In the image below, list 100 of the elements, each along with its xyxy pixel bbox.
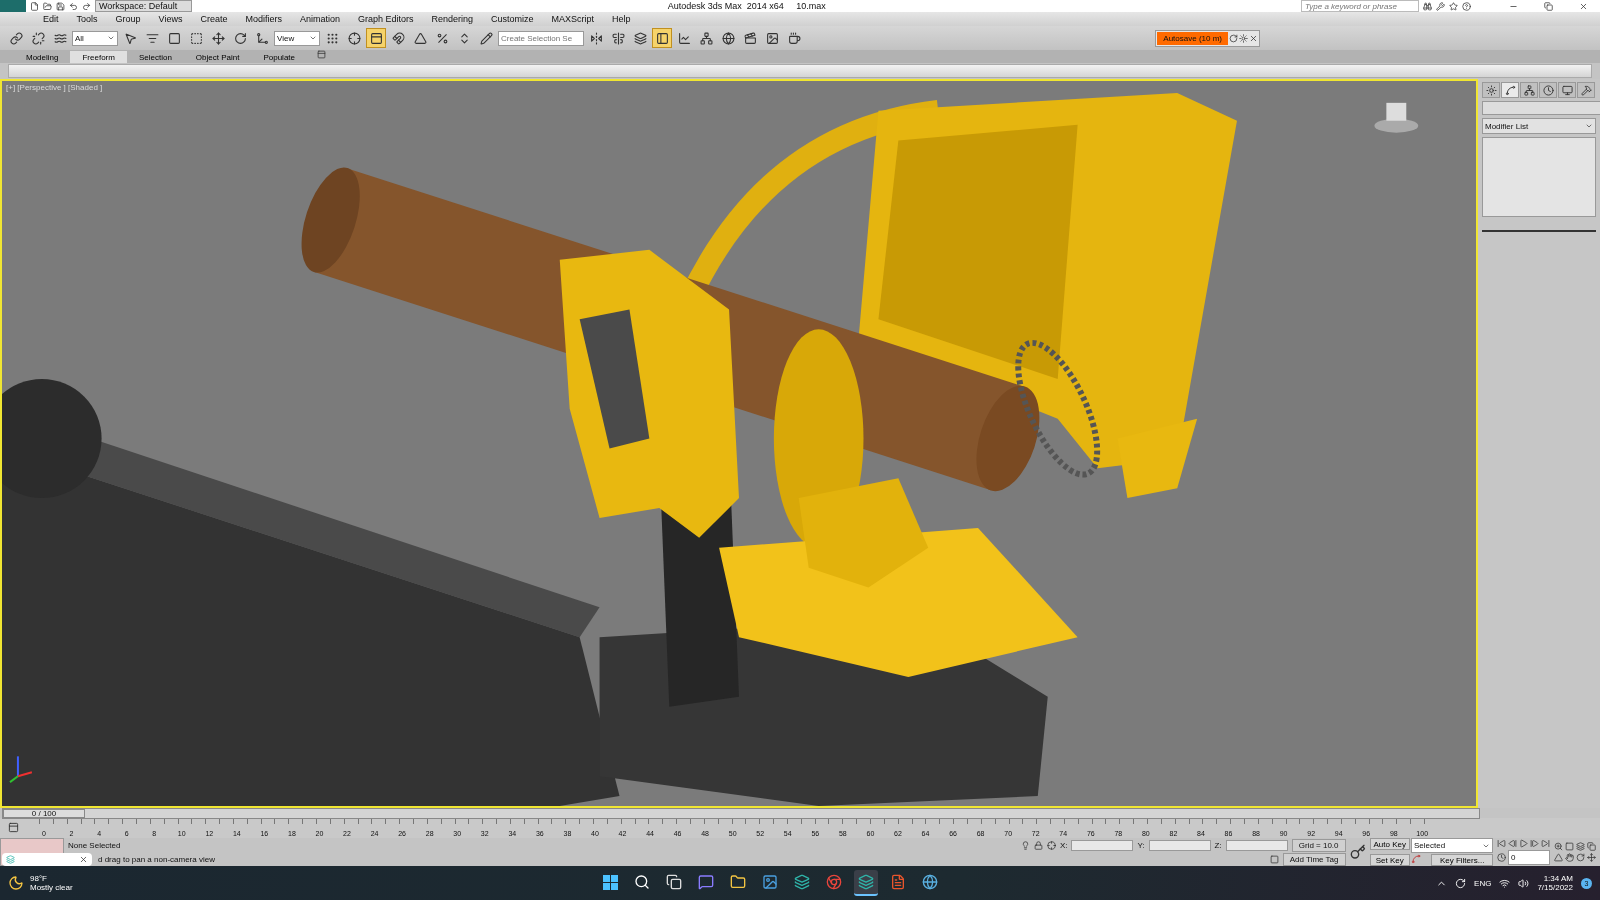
selection-status: None Selected bbox=[68, 840, 122, 850]
x-label: X: bbox=[1059, 840, 1068, 850]
image-icon bbox=[762, 874, 778, 890]
clapperboard-icon bbox=[743, 31, 757, 45]
scale-icon bbox=[255, 31, 269, 45]
globe-icon bbox=[922, 874, 938, 890]
menu-item[interactable]: Customize bbox=[482, 14, 543, 24]
broken-link-icon bbox=[31, 31, 45, 45]
axis-tripod-icon bbox=[8, 755, 33, 784]
toolbar-dropdown[interactable]: View bbox=[274, 30, 320, 46]
new-file-icon bbox=[30, 1, 39, 11]
ribbon-tab[interactable]: Freeform bbox=[70, 51, 127, 63]
grip-icon bbox=[325, 31, 339, 45]
z-field[interactable] bbox=[1225, 839, 1288, 851]
skip-end-icon bbox=[1541, 839, 1550, 848]
clock-icon bbox=[1542, 84, 1554, 96]
set-key-button[interactable]: Set Key bbox=[1369, 854, 1410, 866]
clock-icon bbox=[1497, 853, 1506, 862]
menu-item[interactable]: Group bbox=[106, 14, 150, 24]
frame-field[interactable]: 0 bbox=[1508, 850, 1550, 865]
search-icon bbox=[634, 874, 650, 890]
panel-tab[interactable] bbox=[1539, 82, 1557, 98]
clock-date[interactable]: 7/15/2022 bbox=[1537, 883, 1573, 892]
caret-icon bbox=[1585, 122, 1593, 130]
triangle-icon bbox=[1554, 853, 1563, 862]
sync-icon bbox=[1455, 877, 1467, 889]
search-field[interactable]: Type a keyword or phrase bbox=[1301, 0, 1419, 12]
panel-tab[interactable] bbox=[1520, 82, 1538, 98]
language-indicator[interactable]: ENG bbox=[1474, 878, 1492, 888]
prompt-text: d drag to pan a non-camera view bbox=[98, 854, 216, 864]
toolbar-button[interactable] bbox=[652, 28, 672, 48]
orbit-icon bbox=[1576, 853, 1585, 862]
curve-icon bbox=[1504, 84, 1516, 96]
ribbon-tab[interactable]: Selection bbox=[126, 51, 184, 63]
list-icon bbox=[145, 31, 159, 45]
monitor-icon bbox=[1561, 84, 1573, 96]
align-icon bbox=[611, 31, 625, 45]
toolbar-dropdown[interactable]: All bbox=[72, 30, 118, 46]
curve-icon bbox=[677, 31, 691, 45]
browser-icon bbox=[826, 874, 842, 890]
y-label: Y: bbox=[1137, 840, 1145, 850]
ribbon-tab[interactable]: Object Paint bbox=[183, 51, 252, 63]
menu-item[interactable]: Animation bbox=[290, 14, 349, 24]
bulb-icon bbox=[1020, 840, 1030, 850]
menu-item[interactable]: MAXScript bbox=[542, 14, 604, 24]
toolbar-button[interactable] bbox=[366, 28, 386, 48]
track-bar-icon bbox=[8, 821, 19, 833]
view-cube-icon[interactable] bbox=[1374, 102, 1419, 133]
named-selection-field[interactable]: Create Selection Se bbox=[498, 30, 584, 46]
pointer-icon bbox=[123, 31, 137, 45]
menu-item[interactable]: Modifiers bbox=[236, 14, 291, 24]
panel-tab[interactable] bbox=[1482, 82, 1500, 98]
clock-time[interactable]: 1:34 AM bbox=[1543, 874, 1573, 883]
window-title: Autodesk 3ds Max 2014 x64 10.max bbox=[666, 1, 827, 11]
link-icon bbox=[9, 31, 23, 45]
ribbon-tab[interactable]: Modeling bbox=[14, 51, 71, 63]
menu-item[interactable]: Rendering bbox=[422, 14, 483, 24]
panel-tab[interactable] bbox=[1501, 82, 1519, 98]
network-icon bbox=[1499, 877, 1511, 889]
menu-item[interactable]: Tools bbox=[67, 14, 107, 24]
hierarchy-icon bbox=[699, 31, 713, 45]
menu-item[interactable]: Edit bbox=[34, 14, 68, 24]
key-mode-dropdown[interactable]: Selected bbox=[1411, 838, 1493, 853]
auto-key-button[interactable]: Auto Key bbox=[1369, 838, 1410, 850]
close-icon bbox=[1249, 33, 1258, 43]
hammer-icon bbox=[1580, 84, 1592, 96]
rotate-icon bbox=[233, 31, 247, 45]
workspace-dropdown[interactable]: Workspace: Default bbox=[95, 0, 193, 12]
menu-item[interactable]: Help bbox=[603, 14, 640, 24]
menu-item[interactable]: Graph Editors bbox=[348, 14, 423, 24]
y-field[interactable] bbox=[1148, 839, 1211, 851]
temperature: 98°F bbox=[30, 874, 48, 883]
zoom-icon bbox=[1554, 842, 1563, 851]
modifier-list-dropdown[interactable]: Modifier List bbox=[1482, 118, 1596, 134]
x-field[interactable] bbox=[1071, 839, 1134, 851]
volume-icon bbox=[1518, 877, 1530, 889]
move-icon bbox=[211, 31, 225, 45]
panel-tab[interactable] bbox=[1577, 82, 1595, 98]
help-icon bbox=[1462, 1, 1471, 11]
ribbon-tab[interactable]: Populate bbox=[251, 51, 307, 63]
menu-item[interactable]: Create bbox=[191, 14, 237, 24]
time-slider[interactable]: 0 / 100 bbox=[2, 807, 1480, 819]
chat-icon bbox=[698, 874, 714, 890]
lock-icon bbox=[1033, 840, 1043, 850]
save-icon bbox=[56, 1, 65, 11]
app-icon bbox=[858, 874, 874, 890]
grid-size: Grid = 10.0 bbox=[1291, 838, 1346, 852]
pencil-icon bbox=[479, 31, 493, 45]
close-icon bbox=[79, 855, 88, 864]
add-time-tag[interactable]: Add Time Tag bbox=[1282, 852, 1346, 866]
hierarchy-icon bbox=[1523, 84, 1535, 96]
key-filters-button[interactable]: Key Filters... bbox=[1431, 854, 1493, 866]
time-slider-thumb[interactable]: 0 / 100 bbox=[3, 808, 85, 818]
menu-item[interactable]: Views bbox=[149, 14, 192, 24]
skip-start-icon bbox=[1497, 839, 1506, 848]
folder-icon bbox=[43, 1, 52, 11]
step-back-icon bbox=[1508, 839, 1517, 848]
crosshair-icon bbox=[347, 31, 361, 45]
magnet-icon bbox=[391, 31, 405, 45]
panel-tab[interactable] bbox=[1558, 82, 1576, 98]
